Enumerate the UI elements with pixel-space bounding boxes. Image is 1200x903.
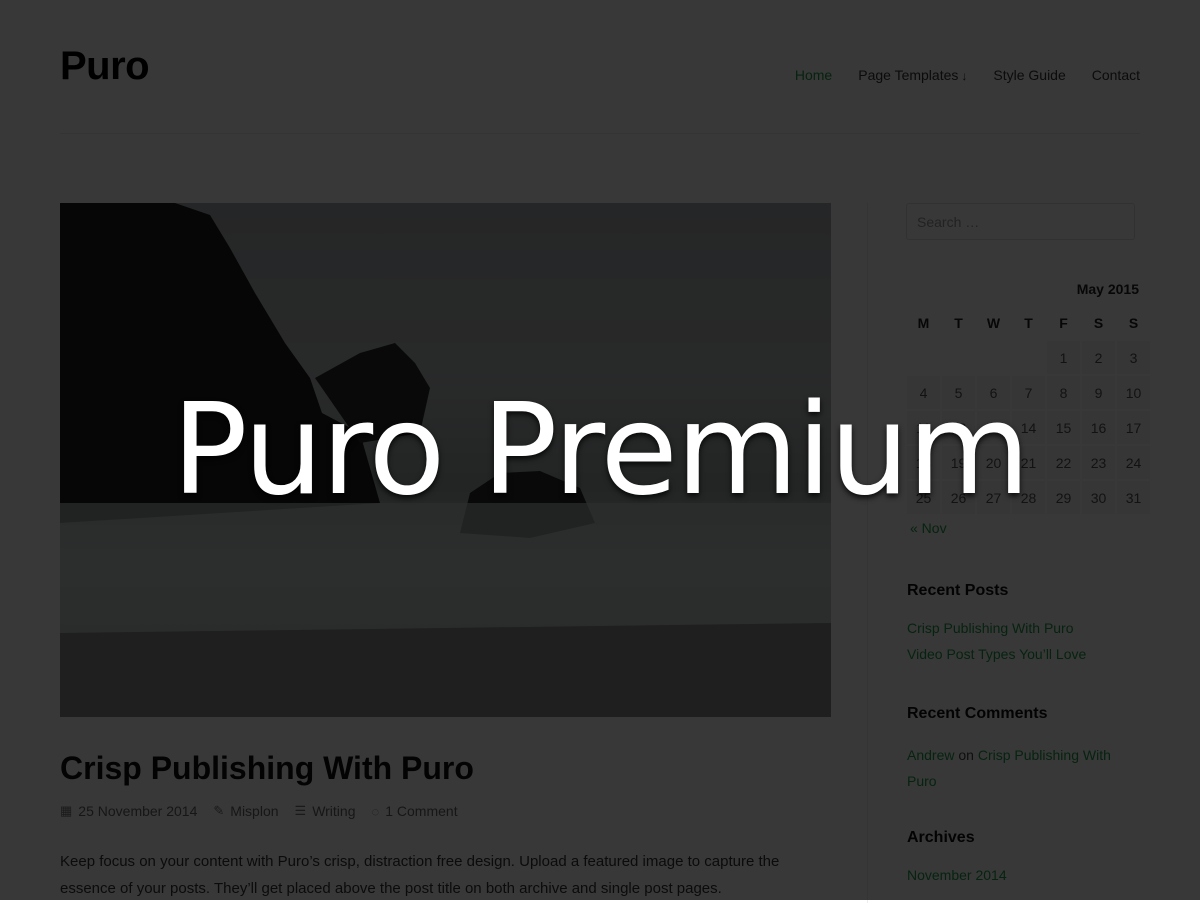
calendar-day: 2 <box>1081 340 1116 375</box>
post-title[interactable]: Crisp Publishing With Puro <box>60 750 474 787</box>
list-icon: ☰ <box>294 803 307 818</box>
meta-comments-label: 1 Comment <box>385 803 458 819</box>
recent-post-link[interactable]: Video Post Types You’ll Love <box>907 646 1086 662</box>
nav-item-style-guide[interactable]: Style Guide <box>993 67 1065 83</box>
comment-icon: ◌ <box>371 803 380 819</box>
calendar-day <box>906 340 941 375</box>
sidebar-divider <box>867 203 868 903</box>
calendar-day <box>976 340 1011 375</box>
search-input[interactable] <box>906 203 1135 240</box>
site-title[interactable]: Puro <box>60 44 150 89</box>
calendar-weekday: F <box>1059 315 1068 331</box>
post-meta: ▦ 25 November 2014 ✎ Misplon ☰ Writing ◌ 1 C… <box>60 803 458 819</box>
meta-comments[interactable]: ◌ 1 Comment <box>372 803 458 819</box>
meta-date-label: 25 November 2014 <box>78 803 198 819</box>
calendar-day <box>941 340 976 375</box>
nav-item-page-templates[interactable]: Page Templates ↓ <box>858 67 967 83</box>
nav-item-home[interactable]: Home <box>795 67 832 83</box>
calendar-weekday: W <box>986 315 1001 331</box>
meta-category-label: Writing <box>312 803 356 819</box>
recent-posts-title: Recent Posts <box>907 582 1009 599</box>
archive-link[interactable]: November 2014 <box>907 867 1007 883</box>
main-nav: Home Page Templates ↓ Style Guide Contact <box>795 67 1140 83</box>
pencil-icon: ✎ <box>213 803 225 818</box>
calendar-weekday: M <box>917 315 930 331</box>
meta-category[interactable]: ☰ Writing <box>295 803 356 819</box>
arrow-down-icon: ↓ <box>961 69 968 83</box>
calendar-weekday: T <box>1024 315 1033 331</box>
post-excerpt: Keep focus on your content with Puro’s c… <box>60 853 780 897</box>
calendar-weekday: S <box>1093 315 1104 331</box>
meta-author[interactable]: ✎ Misplon <box>213 803 278 819</box>
calendar-caption: May 2015 <box>1076 281 1139 297</box>
calendar-day: 1 <box>1046 340 1081 375</box>
recent-post-link[interactable]: Crisp Publishing With Puro <box>907 620 1074 636</box>
banner-title: Puro Premium <box>171 376 1030 523</box>
nav-item-label: Page Templates <box>858 67 959 83</box>
archives-title: Archives <box>907 829 975 846</box>
meta-date[interactable]: ▦ 25 November 2014 <box>60 803 197 819</box>
comment-author-link[interactable]: Andrew <box>907 747 954 763</box>
recent-comments-title: Recent Comments <box>907 705 1048 722</box>
calendar-weekday: S <box>1128 315 1139 331</box>
calendar-day: 3 <box>1116 340 1151 375</box>
nav-item-contact[interactable]: Contact <box>1092 67 1140 83</box>
meta-author-label: Misplon <box>230 803 279 819</box>
comment-connector: on <box>958 747 974 763</box>
calendar-day <box>1011 340 1046 375</box>
calendar-weekday: T <box>954 315 963 331</box>
header-divider <box>60 133 1140 134</box>
calendar-icon: ▦ <box>60 803 73 818</box>
recent-comment-item: Andrew on Crisp Publishing With Puro <box>907 742 1137 794</box>
